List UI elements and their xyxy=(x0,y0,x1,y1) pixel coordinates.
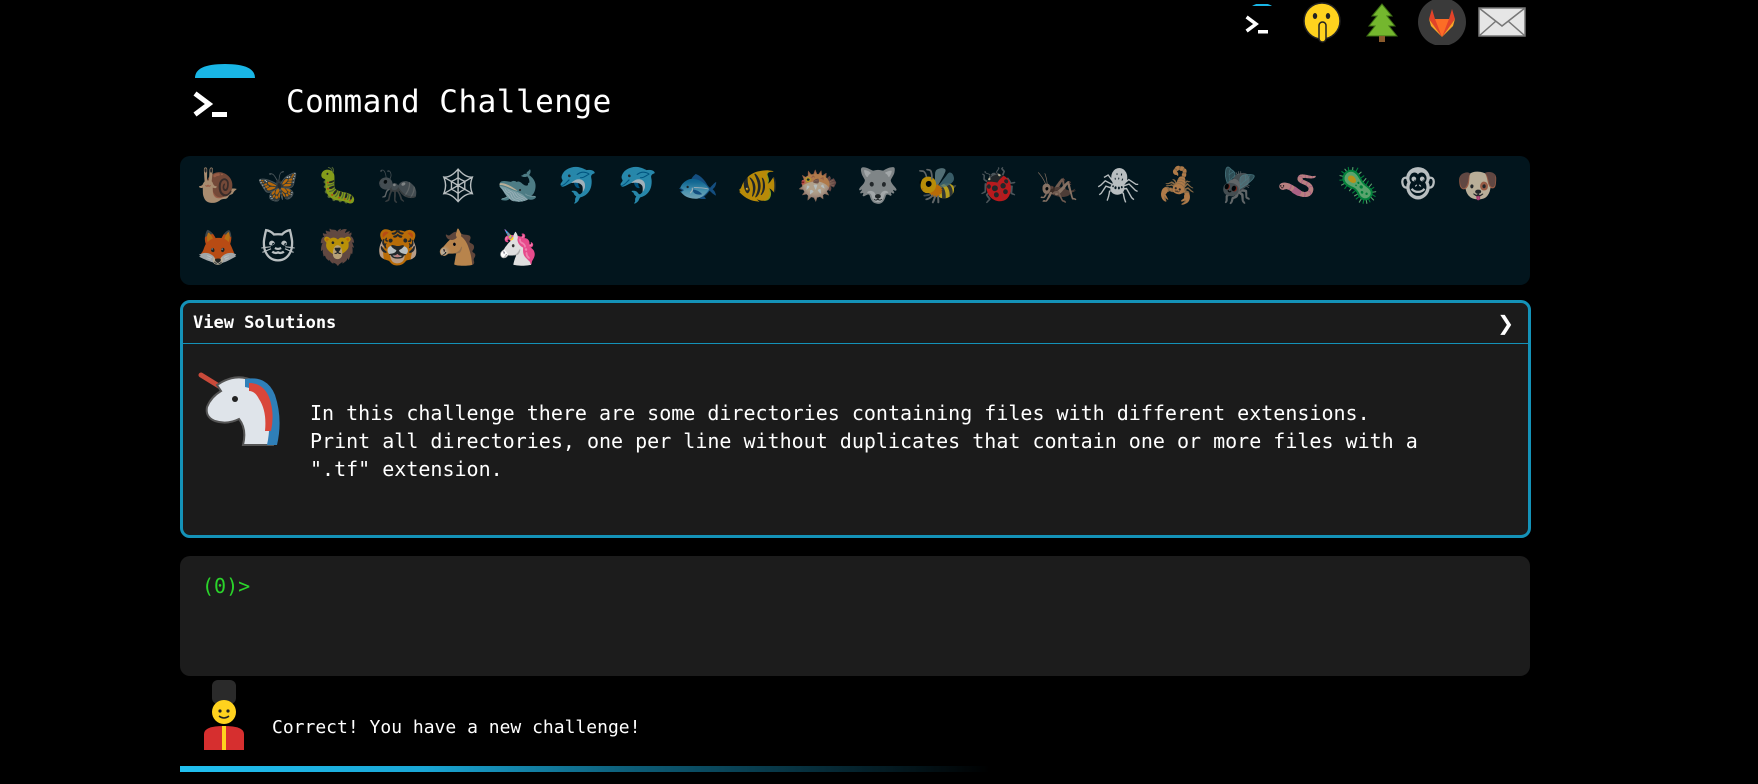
challenge-animal-icon[interactable]: 🪱 xyxy=(1268,156,1328,216)
challenge-animal-icon[interactable]: 🐟 xyxy=(668,156,728,216)
challenge-animal-icon[interactable]: 🦄 xyxy=(488,218,548,278)
progress-fill xyxy=(180,766,990,772)
guard-icon xyxy=(196,678,252,750)
progress-bar xyxy=(180,766,1530,772)
challenge-animal-icon[interactable]: 🐶 xyxy=(1448,156,1508,216)
status-message: Correct! You have a new challenge! xyxy=(196,678,640,750)
shushing-face-icon[interactable] xyxy=(1292,0,1352,44)
challenge-description: In this challenge there are some directo… xyxy=(310,401,1418,481)
challenge-animal-icon[interactable]: 🦊 xyxy=(188,218,248,278)
challenge-animal-icon[interactable]: 🦋 xyxy=(248,156,308,216)
unicorn-icon xyxy=(197,361,285,449)
challenge-animal-icon[interactable]: 🦠 xyxy=(1328,156,1388,216)
challenge-animal-icon[interactable]: 🐴 xyxy=(428,218,488,278)
terminal-prompt: (0)> xyxy=(202,574,251,598)
challenge-animal-icon[interactable]: 🐠 xyxy=(728,156,788,216)
view-solutions-toggle[interactable]: View Solutions ❯ xyxy=(183,303,1528,344)
top-nav xyxy=(1232,0,1532,45)
challenge-animal-icon[interactable]: 🐵 xyxy=(1388,156,1448,216)
gitlab-icon[interactable] xyxy=(1412,0,1472,45)
header: Command Challenge xyxy=(192,62,612,130)
challenge-animal-icon[interactable]: 🐜 xyxy=(368,156,428,216)
mail-icon[interactable] xyxy=(1472,0,1532,44)
challenge-selector: 🐌 🦋 🐛 🐜 🕸 🐋 🐬 🐬 🐟 🐠 🐡 🐺 🐝 🐞 🦗 🕷 🦂 🪰 🪱 🦠 🐵 🐶 🦊 🐱 🦁 🐯 🐴 🦄 xyxy=(180,156,1530,285)
chevron-right-icon: ❯ xyxy=(1497,311,1514,335)
challenge-animal-icon[interactable]: 🐝 xyxy=(908,156,968,216)
challenge-animal-icon[interactable]: 🦁 xyxy=(308,218,368,278)
terminal-logo-icon xyxy=(192,62,262,130)
challenge-row: 🐌 🦋 🐛 🐜 🕸 🐋 🐬 🐬 🐟 🐠 🐡 🐺 🐝 🐞 🦗 🕷 🦂 🪰 🪱 🦠 🐵 🐶 xyxy=(188,156,1508,216)
page-title: Command Challenge xyxy=(286,84,612,120)
challenge-animal-icon[interactable]: 🐺 xyxy=(848,156,908,216)
page: Command Challenge 🐌 🦋 🐛 🐜 🕸 🐋 🐬 🐬 🐟 🐠 🐡 🐺 🐝 🐞 🦗 🕷 🦂 🪰 🪱 🦠 🐵 🐶… xyxy=(0,0,1758,784)
status-text: Correct! You have a new challenge! xyxy=(272,716,641,738)
challenge-animal-icon[interactable]: 🐞 xyxy=(968,156,1028,216)
challenge-animal-icon[interactable]: 🐯 xyxy=(368,218,428,278)
challenge-animal-icon[interactable]: 🐛 xyxy=(308,156,368,216)
challenge-animal-icon[interactable]: 🐬 xyxy=(608,156,668,216)
command-input[interactable] xyxy=(252,572,1506,602)
challenge-animal-icon[interactable]: 🐋 xyxy=(488,156,548,216)
challenge-animal-icon[interactable]: 🪰 xyxy=(1208,156,1268,216)
challenge-animal-icon[interactable]: 🦗 xyxy=(1028,156,1088,216)
challenge-animal-icon[interactable]: 🐌 xyxy=(188,156,248,216)
challenge-animal-icon[interactable]: 🐬 xyxy=(548,156,608,216)
challenge-animal-icon[interactable]: 🕷 xyxy=(1088,156,1148,216)
challenge-animal-icon[interactable]: 🐡 xyxy=(788,156,848,216)
terminal[interactable]: (0)> xyxy=(180,556,1530,676)
tree-icon[interactable] xyxy=(1352,0,1412,44)
terminal-icon[interactable] xyxy=(1232,0,1292,44)
challenge-panel: View Solutions ❯ In this challenge there… xyxy=(180,300,1531,538)
view-solutions-label: View Solutions xyxy=(193,313,337,333)
challenge-animal-icon[interactable]: 🕸 xyxy=(428,156,488,216)
challenge-animal-icon[interactable]: 🦂 xyxy=(1148,156,1208,216)
challenge-animal-icon[interactable]: 🐱 xyxy=(248,218,308,278)
challenge-row: 🦊 🐱 🦁 🐯 🐴 🦄 xyxy=(188,218,548,278)
